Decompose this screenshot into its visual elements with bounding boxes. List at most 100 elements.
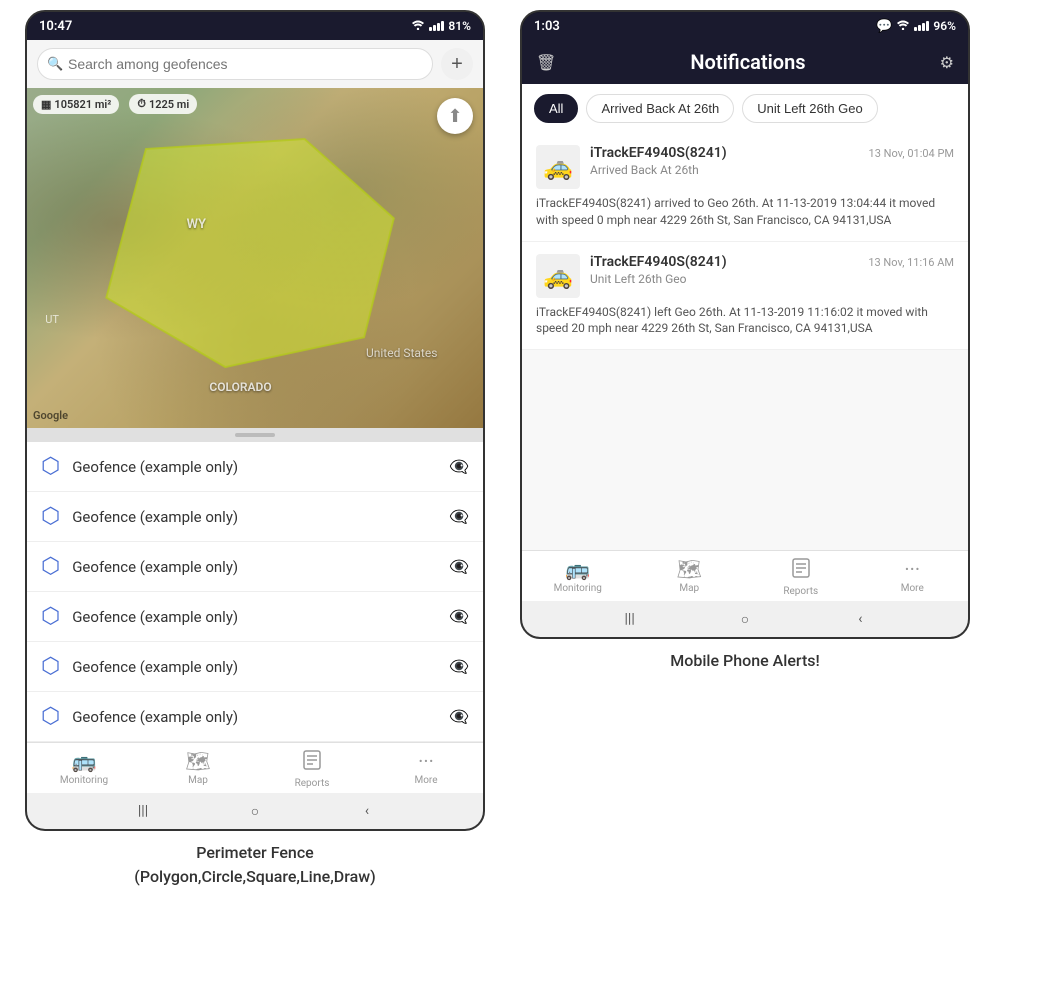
add-geofence-button[interactable]: +: [441, 48, 473, 80]
map-icon: 🗺: [185, 749, 210, 773]
right-more-label: More: [901, 583, 924, 594]
home-button[interactable]: ○: [245, 801, 265, 821]
right-battery: 96%: [933, 19, 956, 33]
back-button[interactable]: ‹: [357, 801, 377, 821]
co-label: COLORADO: [209, 380, 271, 394]
ut-label: UT: [45, 313, 59, 326]
right-signal-icon: [914, 19, 929, 34]
right-back-button[interactable]: ‹: [850, 609, 870, 629]
right-monitoring-label: Monitoring: [554, 583, 602, 594]
list-item[interactable]: ⬡ Geofence (example only) 👁‍🗨: [27, 542, 483, 592]
search-wrapper: 🔍: [37, 48, 433, 80]
list-item[interactable]: ⬡ Geofence (example only) 👁‍🗨: [27, 692, 483, 742]
nav-map[interactable]: 🗺 Map: [141, 749, 255, 789]
distance-value: 1225 mi: [149, 98, 189, 111]
right-home-indicator: ||| ○ ‹: [522, 601, 968, 637]
recent-apps-button[interactable]: |||: [133, 801, 153, 821]
settings-icon[interactable]: ⚙: [940, 53, 954, 72]
right-map-label: Map: [679, 583, 699, 594]
right-recent-apps-button[interactable]: |||: [620, 609, 640, 629]
search-icon: 🔍: [47, 57, 63, 72]
right-phone: 1:03 💬: [510, 10, 980, 993]
right-nav-reports[interactable]: Reports: [745, 557, 857, 597]
geo-name-5: Geofence (example only): [72, 708, 437, 726]
geofence-icon-1: ⬡: [41, 504, 60, 529]
visibility-icon-2[interactable]: 👁‍🗨: [449, 557, 469, 576]
us-label: United States: [366, 346, 437, 360]
notif-header-0: 🚕 iTrackEF4940S(8241) 13 Nov, 01:04 PM A…: [536, 145, 954, 189]
geofence-icon-0: ⬡: [41, 454, 60, 479]
filter-tab-left[interactable]: Unit Left 26th Geo: [742, 94, 878, 123]
list-item[interactable]: ⬡ Geofence (example only) 👁‍🗨: [27, 492, 483, 542]
visibility-icon-5[interactable]: 👁‍🗨: [449, 707, 469, 726]
right-status-bar: 1:03 💬: [522, 12, 968, 40]
left-caption: Perimeter Fence(Polygon,Circle,Square,Li…: [134, 841, 375, 889]
wifi-icon: [411, 19, 425, 33]
trash-icon[interactable]: 🗑: [536, 53, 556, 72]
visibility-icon-0[interactable]: 👁‍🗨: [449, 457, 469, 476]
vehicle-avatar-1: 🚕: [536, 254, 580, 298]
left-status-icons: 81%: [411, 19, 471, 34]
notif-time-1: 13 Nov, 11:16 AM: [868, 256, 954, 269]
right-home-button[interactable]: ○: [735, 609, 755, 629]
right-reports-label: Reports: [783, 586, 818, 597]
filter-tab-all[interactable]: All: [534, 94, 578, 123]
visibility-icon-3[interactable]: 👁‍🗨: [449, 607, 469, 626]
clock-icon: ⏱: [137, 97, 146, 111]
map-info-bar: ▦ 105821 mi² ⏱ 1225 mi: [33, 94, 197, 114]
nav-more[interactable]: ··· More: [369, 749, 483, 789]
notif-top-1: iTrackEF4940S(8241) 13 Nov, 11:16 AM: [590, 254, 954, 270]
notification-list: 🚕 iTrackEF4940S(8241) 13 Nov, 01:04 PM A…: [522, 133, 968, 350]
left-home-indicator: ||| ○ ‹: [27, 793, 483, 829]
notif-event-1: Unit Left 26th Geo: [590, 272, 954, 286]
notifications-title: Notifications: [568, 50, 927, 74]
geofence-icon-3: ⬡: [41, 604, 60, 629]
right-reports-icon: [790, 557, 812, 584]
left-status-bar: 10:47: [27, 12, 483, 40]
notif-content-1: iTrackEF4940S(8241) 13 Nov, 11:16 AM Uni…: [590, 254, 954, 290]
search-bar-area: 🔍 +: [27, 40, 483, 88]
compass-button[interactable]: ⬆: [437, 98, 473, 134]
nav-reports[interactable]: Reports: [255, 749, 369, 789]
search-input[interactable]: [37, 48, 433, 80]
geo-name-1: Geofence (example only): [72, 508, 437, 526]
filter-tab-arrived[interactable]: Arrived Back At 26th: [586, 94, 734, 123]
google-watermark: Google: [33, 409, 68, 422]
visibility-icon-4[interactable]: 👁‍🗨: [449, 657, 469, 676]
signal-icon: [429, 19, 444, 34]
reports-icon: [301, 749, 323, 776]
right-more-icon: ···: [904, 557, 920, 581]
notification-item-1[interactable]: 🚕 iTrackEF4940S(8241) 13 Nov, 11:16 AM U…: [522, 242, 968, 351]
visibility-icon-1[interactable]: 👁‍🗨: [449, 507, 469, 526]
notif-desc-0: iTrackEF4940S(8241) arrived to Geo 26th.…: [536, 195, 954, 229]
right-bottom-nav: 🚌 Monitoring 🗺 Map: [522, 550, 968, 601]
geofence-icon-2: ⬡: [41, 554, 60, 579]
right-time: 1:03: [534, 19, 560, 34]
map-label: Map: [188, 775, 208, 786]
right-nav-monitoring[interactable]: 🚌 Monitoring: [522, 557, 634, 597]
geofence-overlay: [27, 88, 483, 428]
notif-desc-1: iTrackEF4940S(8241) left Geo 26th. At 11…: [536, 304, 954, 338]
monitoring-icon: 🚌: [72, 749, 97, 773]
notif-time-0: 13 Nov, 01:04 PM: [869, 147, 954, 160]
left-phone: 10:47: [20, 10, 490, 993]
right-map-icon: 🗺: [677, 557, 702, 581]
right-caption: Mobile Phone Alerts!: [670, 649, 820, 673]
geo-name-2: Geofence (example only): [72, 558, 437, 576]
state-label: WY: [187, 217, 206, 232]
vehicle-name-1: iTrackEF4940S(8241): [590, 254, 727, 270]
nav-monitoring[interactable]: 🚌 Monitoring: [27, 749, 141, 789]
left-bottom-nav: 🚌 Monitoring 🗺 Map: [27, 742, 483, 793]
list-item[interactable]: ⬡ Geofence (example only) 👁‍🗨: [27, 642, 483, 692]
geofence-icon-4: ⬡: [41, 654, 60, 679]
scroll-indicator: [27, 428, 483, 442]
right-nav-more[interactable]: ··· More: [857, 557, 969, 597]
left-battery: 81%: [448, 19, 471, 33]
right-nav-map[interactable]: 🗺 Map: [634, 557, 746, 597]
notification-item-0[interactable]: 🚕 iTrackEF4940S(8241) 13 Nov, 01:04 PM A…: [522, 133, 968, 242]
list-item[interactable]: ⬡ Geofence (example only) 👁‍🗨: [27, 592, 483, 642]
geo-name-0: Geofence (example only): [72, 458, 437, 476]
list-item[interactable]: ⬡ Geofence (example only) 👁‍🗨: [27, 442, 483, 492]
area-badge: ▦ 105821 mi²: [33, 95, 119, 114]
chat-icon: 💬: [876, 19, 892, 34]
